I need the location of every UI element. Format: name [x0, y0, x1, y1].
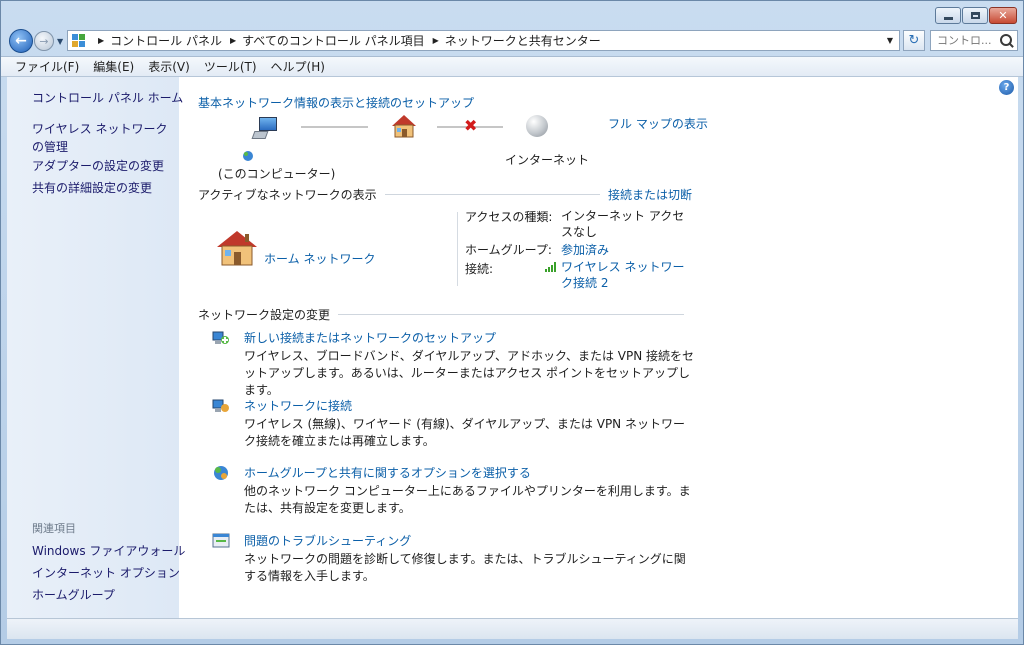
sidebar-related-title: 関連項目 — [32, 522, 76, 535]
breadcrumb-separator-icon[interactable]: ▶ — [230, 36, 236, 45]
sidebar-homegroup-link[interactable]: ホームグループ — [32, 586, 115, 603]
new-connection-icon — [212, 331, 229, 344]
internet-globe-icon[interactable] — [526, 115, 548, 137]
maximize-icon — [970, 12, 980, 19]
search-icon[interactable] — [1000, 34, 1012, 46]
breadcrumb-separator-icon[interactable]: ▶ — [433, 36, 439, 45]
menu-tools[interactable]: ツール(T) — [197, 58, 264, 75]
troubleshoot-link[interactable]: 問題のトラブルシューティング — [244, 532, 411, 549]
connect-network-description: ワイヤレス (無線)、ワイヤード (有線)、ダイヤルアップ、または VPN ネッ… — [244, 417, 685, 448]
access-type-value: インターネット アクセスなし — [561, 209, 685, 239]
sidebar: コントロール パネル ホーム ワイヤレス ネットワークの管理 アダプターの設定の… — [7, 77, 185, 618]
network-settings-header: ネットワーク設定の変更 — [198, 306, 692, 323]
close-icon: ✕ — [998, 9, 1008, 22]
help-icon: ? — [1003, 82, 1010, 93]
connect-network-link[interactable]: ネットワークに接続 — [244, 397, 352, 414]
homegroup-sharing-icon — [214, 466, 228, 480]
window: ✕ ← → ▼ ▶ コントロール パネル ▶ すべてのコントロール パネル項目 … — [0, 0, 1024, 645]
homegroup-label: ホームグループ: — [465, 243, 552, 257]
content-area: コントロール パネル ホーム ワイヤレス ネットワークの管理 アダプターの設定の… — [7, 77, 1018, 618]
computer-label: (このコンピューター) — [218, 167, 336, 181]
full-map-link[interactable]: フル マップの表示 — [608, 115, 708, 132]
address-dropdown-icon[interactable]: ▼ — [887, 36, 893, 45]
breadcrumb-network-center[interactable]: ネットワークと共有センター — [445, 32, 601, 49]
caption-buttons: ✕ — [934, 7, 1017, 24]
new-connection-link[interactable]: 新しい接続またはネットワークのセットアップ — [244, 329, 496, 346]
history-dropdown-icon[interactable]: ▼ — [57, 37, 63, 46]
troubleshoot-description: ネットワークの問題を診断して修復します。または、トラブルシューティングに関する情… — [244, 552, 686, 583]
menu-help[interactable]: ヘルプ(H) — [264, 58, 332, 75]
home-network-large-icon — [217, 231, 257, 266]
connection-value-link[interactable]: ワイヤレス ネットワーク接続 2 — [561, 259, 691, 291]
network-settings-title: ネットワーク設定の変更 — [198, 308, 331, 322]
refresh-icon: ↻ — [908, 33, 920, 48]
sidebar-manage-wireless-link[interactable]: ワイヤレス ネットワークの管理 — [32, 120, 172, 156]
sidebar-advanced-sharing-link[interactable]: 共有の詳細設定の変更 — [32, 179, 152, 196]
network-map: ✖ (このコンピューター) インターネット — [198, 113, 618, 183]
network-name-link[interactable]: ホーム ネットワーク — [264, 250, 375, 267]
active-networks-header: アクティブなネットワークの表示 接続または切断 — [198, 186, 692, 203]
menu-bar: ファイル(F) 編集(E) 表示(V) ツール(T) ヘルプ(H) — [1, 56, 1023, 77]
homegroup-sharing-link[interactable]: ホームグループと共有に関するオプションを選択する — [244, 464, 531, 481]
sidebar-home-link[interactable]: コントロール パネル ホーム — [32, 89, 183, 106]
menu-view[interactable]: 表示(V) — [141, 58, 197, 75]
internet-label: インターネット — [505, 153, 590, 167]
connect-disconnect-link[interactable]: 接続または切断 — [608, 186, 692, 203]
no-connection-x-icon[interactable]: ✖ — [464, 118, 477, 134]
computer-icon[interactable] — [251, 117, 279, 139]
minimize-icon — [943, 16, 953, 20]
breadcrumb-all-items[interactable]: すべてのコントロール パネル項目 — [242, 32, 425, 49]
connection-label: 接続: — [465, 262, 494, 276]
forward-button[interactable]: → — [34, 31, 54, 51]
search-input[interactable] — [935, 33, 1003, 48]
search-box — [930, 30, 1018, 51]
sidebar-adapter-settings-link[interactable]: アダプターの設定の変更 — [32, 157, 164, 174]
status-bar — [7, 618, 1018, 639]
back-arrow-icon: ← — [15, 33, 27, 49]
close-button[interactable]: ✕ — [989, 7, 1017, 24]
menu-edit[interactable]: 編集(E) — [86, 58, 141, 75]
maximize-button[interactable] — [962, 7, 988, 24]
active-networks-title: アクティブなネットワークの表示 — [198, 188, 377, 202]
homegroup-value-link[interactable]: 参加済み — [561, 241, 609, 258]
menu-file[interactable]: ファイル(F) — [1, 58, 86, 75]
homegroup-sharing-description: 他のネットワーク コンピューター上にあるファイルやプリンターを利用します。または… — [244, 484, 691, 515]
network-details-divider — [457, 212, 458, 286]
breadcrumb-control-panel[interactable]: コントロール パネル — [110, 32, 222, 49]
back-button[interactable]: ← — [9, 29, 33, 53]
map-connection-line — [301, 126, 368, 128]
address-bar[interactable]: ▶ コントロール パネル ▶ すべてのコントロール パネル項目 ▶ ネットワーク… — [67, 30, 900, 51]
control-panel-icon — [72, 33, 86, 48]
connect-network-icon — [212, 399, 229, 412]
home-network-icon[interactable] — [391, 114, 417, 138]
sidebar-internet-options-link[interactable]: インターネット オプション — [32, 564, 180, 581]
help-button[interactable]: ? — [999, 80, 1014, 95]
network-status-icon — [243, 151, 253, 161]
minimize-button[interactable] — [935, 7, 961, 24]
access-type-label: アクセスの種類: — [465, 210, 553, 224]
wireless-signal-icon — [545, 262, 557, 272]
sidebar-firewall-link[interactable]: Windows ファイアウォール — [32, 542, 185, 559]
troubleshoot-icon — [212, 533, 230, 548]
address-row: ← → ▼ ▶ コントロール パネル ▶ すべてのコントロール パネル項目 ▶ … — [1, 28, 1023, 54]
page-title: 基本ネットワーク情報の表示と接続のセットアップ — [198, 96, 475, 110]
breadcrumb-separator-icon[interactable]: ▶ — [98, 36, 104, 45]
refresh-button[interactable]: ↻ — [903, 30, 925, 51]
forward-arrow-icon: → — [39, 34, 49, 48]
new-connection-description: ワイヤレス、ブロードバンド、ダイヤルアップ、アドホック、または VPN 接続をセ… — [244, 349, 695, 397]
